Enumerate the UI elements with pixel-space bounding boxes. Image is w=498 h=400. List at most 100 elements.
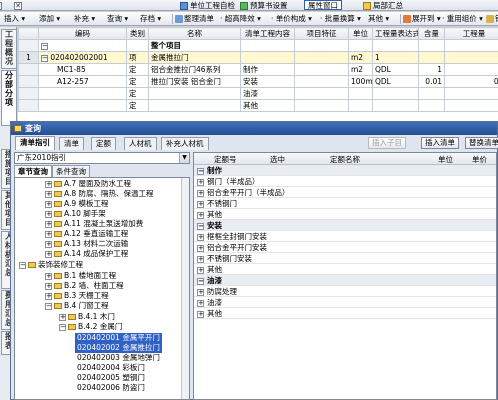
- result-group-row[interactable]: − 油漆: [194, 275, 496, 286]
- cell-content[interactable]: 安装: [240, 75, 295, 88]
- batch-convert-menu[interactable]: · 批量换算 ▾: [320, 14, 361, 24]
- cell-amount[interactable]: [444, 99, 498, 112]
- cell-type[interactable]: [126, 39, 149, 52]
- reuse-price-menu[interactable]: · 重用组价 ▾: [442, 14, 483, 24]
- result-group-row[interactable]: − 安装: [194, 220, 496, 231]
- cell-name[interactable]: 推拉门安装 铝合金门: [148, 75, 241, 88]
- result-row[interactable]: + 油漆: [194, 297, 496, 308]
- cell-content[interactable]: 制作: [240, 63, 295, 76]
- tree-node[interactable]: 020402005 塑钢门: [77, 373, 145, 383]
- col-header-amount[interactable]: 工程量: [444, 27, 498, 40]
- cell-qty[interactable]: [418, 51, 445, 64]
- nav-tab-itemized[interactable]: 分部分项: [1, 70, 16, 126]
- insert-list-button[interactable]: 插入清单: [421, 137, 459, 149]
- result-row[interactable]: + 其他: [194, 264, 496, 275]
- col-header-quota-name[interactable]: 定额名称: [330, 154, 360, 165]
- cell-code[interactable]: MC1-85: [38, 63, 127, 76]
- cell-name[interactable]: [148, 87, 241, 100]
- expand-to-menu[interactable]: 展开到 ▾: [403, 14, 441, 24]
- cell-feature[interactable]: [294, 75, 349, 88]
- cell-unit[interactable]: m2: [348, 51, 373, 64]
- toolbar-cut-icon[interactable]: ✂: [0, 1, 4, 10]
- result-group-row[interactable]: − 制作: [194, 165, 496, 176]
- table-row[interactable]: 1 − 020402002001 项 金属推拉门 m2 1: [18, 51, 498, 64]
- col-header-content[interactable]: 清单工程内容: [240, 27, 295, 40]
- col-header-type[interactable]: 类别: [126, 27, 149, 40]
- insert-sub-item-button[interactable]: 插入子目: [368, 137, 406, 149]
- supplement-menu[interactable]: 补充 ▾: [74, 14, 95, 24]
- expand-icon[interactable]: +: [59, 313, 66, 321]
- guide-library-select[interactable]: 广东2010指引 ▼: [14, 152, 190, 164]
- tree-node[interactable]: + B.3 天棚工程: [45, 291, 109, 301]
- col-header-unit[interactable]: 单位: [348, 27, 373, 40]
- tree-node[interactable]: − B.4.2 金属门: [59, 322, 122, 332]
- col-header-code[interactable]: 编码: [38, 27, 127, 40]
- tree-node[interactable]: + A.14 成品保护工程: [45, 249, 128, 259]
- expand-icon[interactable]: +: [45, 292, 52, 300]
- cell-expr[interactable]: QDL: [372, 75, 419, 88]
- tree-node[interactable]: + A.8 防腐、隔热、保温工程: [45, 189, 154, 199]
- cell-expr[interactable]: [372, 99, 419, 112]
- cell-qty[interactable]: [418, 99, 445, 112]
- tab-chapter-search[interactable]: 章节查询: [14, 165, 52, 177]
- expand-icon[interactable]: +: [197, 233, 204, 241]
- lock-button[interactable]: 锁定: [486, 14, 498, 24]
- unit-check-button[interactable]: 单位工程自检: [180, 1, 235, 10]
- add-menu[interactable]: 添加 ▾: [39, 14, 60, 24]
- tree-node-selected[interactable]: 020402002 金属推拉门: [75, 343, 162, 353]
- insert-menu[interactable]: 插入 ▾: [4, 14, 25, 24]
- cell-feature[interactable]: [294, 39, 349, 52]
- result-row[interactable]: + 铝合金平开门（半成品）: [194, 187, 496, 198]
- expand-icon[interactable]: +: [197, 288, 204, 296]
- table-row[interactable]: 定 其他: [18, 99, 498, 112]
- cell-feature[interactable]: [294, 99, 349, 112]
- collapse-icon[interactable]: −: [197, 167, 204, 175]
- expand-icon[interactable]: +: [197, 299, 204, 307]
- col-header-selected[interactable]: 选中: [270, 154, 285, 165]
- tree-node[interactable]: + B.4.1 木门: [59, 312, 115, 322]
- result-row[interactable]: + 其他: [194, 209, 496, 220]
- table-row[interactable]: 定 油漆: [18, 87, 498, 100]
- tree-node[interactable]: + A.13 材料二次运输: [45, 239, 128, 249]
- cell-code[interactable]: [38, 87, 127, 100]
- height-adjust-menu[interactable]: · 超高降效 ▾: [220, 14, 261, 24]
- cell-unit[interactable]: [348, 87, 373, 100]
- expand-icon[interactable]: +: [45, 200, 52, 208]
- cell-code[interactable]: [38, 99, 127, 112]
- expand-icon[interactable]: +: [197, 200, 204, 208]
- collapse-icon[interactable]: −: [197, 277, 204, 285]
- col-header-qty[interactable]: 含量: [418, 27, 445, 40]
- cell-type[interactable]: 定: [126, 99, 149, 112]
- expand-icon[interactable]: +: [45, 282, 52, 290]
- organize-list-button[interactable]: 整理清单: [175, 14, 214, 24]
- cell-qty[interactable]: 0.01: [418, 75, 445, 88]
- archive-menu[interactable]: 存档 ▾: [140, 14, 161, 24]
- cell-unit[interactable]: m2: [348, 63, 373, 76]
- col-header-unit[interactable]: 单位: [438, 154, 453, 165]
- cell-content[interactable]: 油漆: [240, 87, 295, 100]
- cell-code[interactable]: − 020402002001: [38, 51, 127, 64]
- tree-node[interactable]: − 装饰装修工程: [19, 260, 83, 270]
- result-row[interactable]: + 不锈钢门: [194, 198, 496, 209]
- cell-feature[interactable]: [294, 51, 349, 64]
- query-menu[interactable]: 查询 ▾: [107, 14, 128, 24]
- cell-name[interactable]: 整个项目: [148, 39, 241, 52]
- cell-name[interactable]: [148, 99, 241, 112]
- tree-node[interactable]: + A.12 垂直运输工程: [45, 229, 128, 239]
- tab-labor-material[interactable]: 人材机: [124, 137, 157, 150]
- cell-name[interactable]: 金属推拉门: [148, 51, 241, 64]
- col-header-name[interactable]: 名称: [148, 27, 241, 40]
- cell-content[interactable]: 其他: [240, 99, 295, 112]
- dialog-title-bar[interactable]: 查询: [11, 122, 497, 135]
- col-header-feature[interactable]: 项目特征: [294, 27, 349, 40]
- unit-price-menu[interactable]: · 单价构成 ▾: [271, 14, 312, 24]
- properties-window-button[interactable]: 属性窗口: [304, 0, 342, 10]
- tree-node[interactable]: + A.10 脚手架: [45, 209, 106, 219]
- collapse-icon[interactable]: −: [41, 54, 48, 62]
- tree-scrollbar[interactable]: [181, 178, 189, 399]
- expand-icon[interactable]: +: [197, 310, 204, 318]
- tab-list[interactable]: 清单: [59, 137, 84, 150]
- expand-icon[interactable]: +: [45, 230, 52, 238]
- tree-node-selected[interactable]: 020402001 金属平开门: [75, 333, 162, 343]
- cell-amount[interactable]: 0.: [444, 75, 498, 88]
